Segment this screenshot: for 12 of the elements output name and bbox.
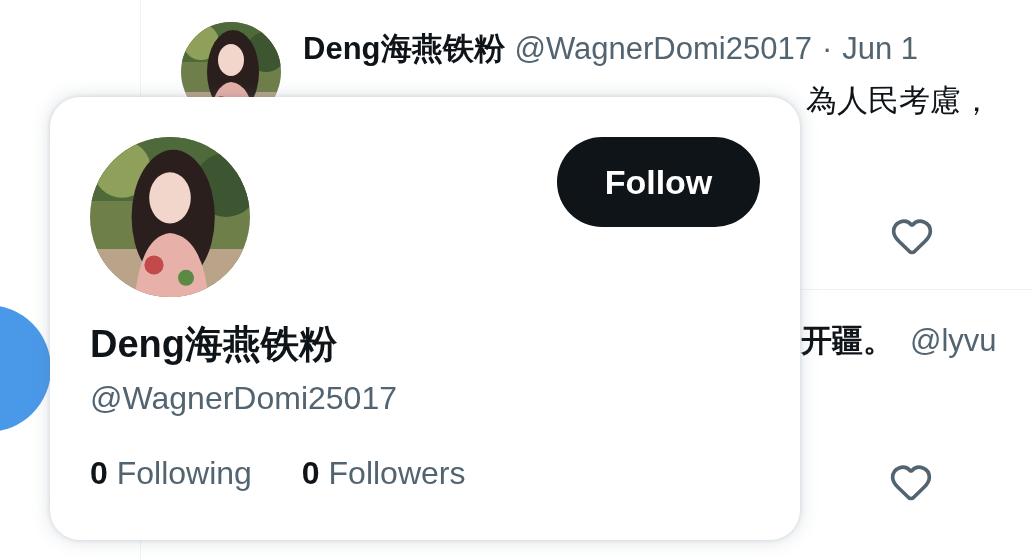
- post-text: 开疆。: [801, 321, 894, 360]
- author-name[interactable]: Deng海燕铁粉: [303, 28, 505, 70]
- profile-handle[interactable]: @WagnerDomi25017: [90, 380, 760, 417]
- separator: ·: [821, 31, 833, 67]
- stat-link[interactable]: 0 Followers: [301, 455, 466, 492]
- stat-link[interactable]: 0 Following: [90, 455, 252, 492]
- mention-link[interactable]: @lyvu: [910, 323, 997, 359]
- post-text: 為人民考慮，: [806, 81, 993, 120]
- author-handle[interactable]: @WagnerDomi25017: [514, 31, 812, 67]
- post-date[interactable]: Jun 1: [842, 31, 919, 67]
- profile-name[interactable]: Deng海燕铁粉: [90, 319, 760, 370]
- follow-button[interactable]: Follow: [557, 137, 760, 227]
